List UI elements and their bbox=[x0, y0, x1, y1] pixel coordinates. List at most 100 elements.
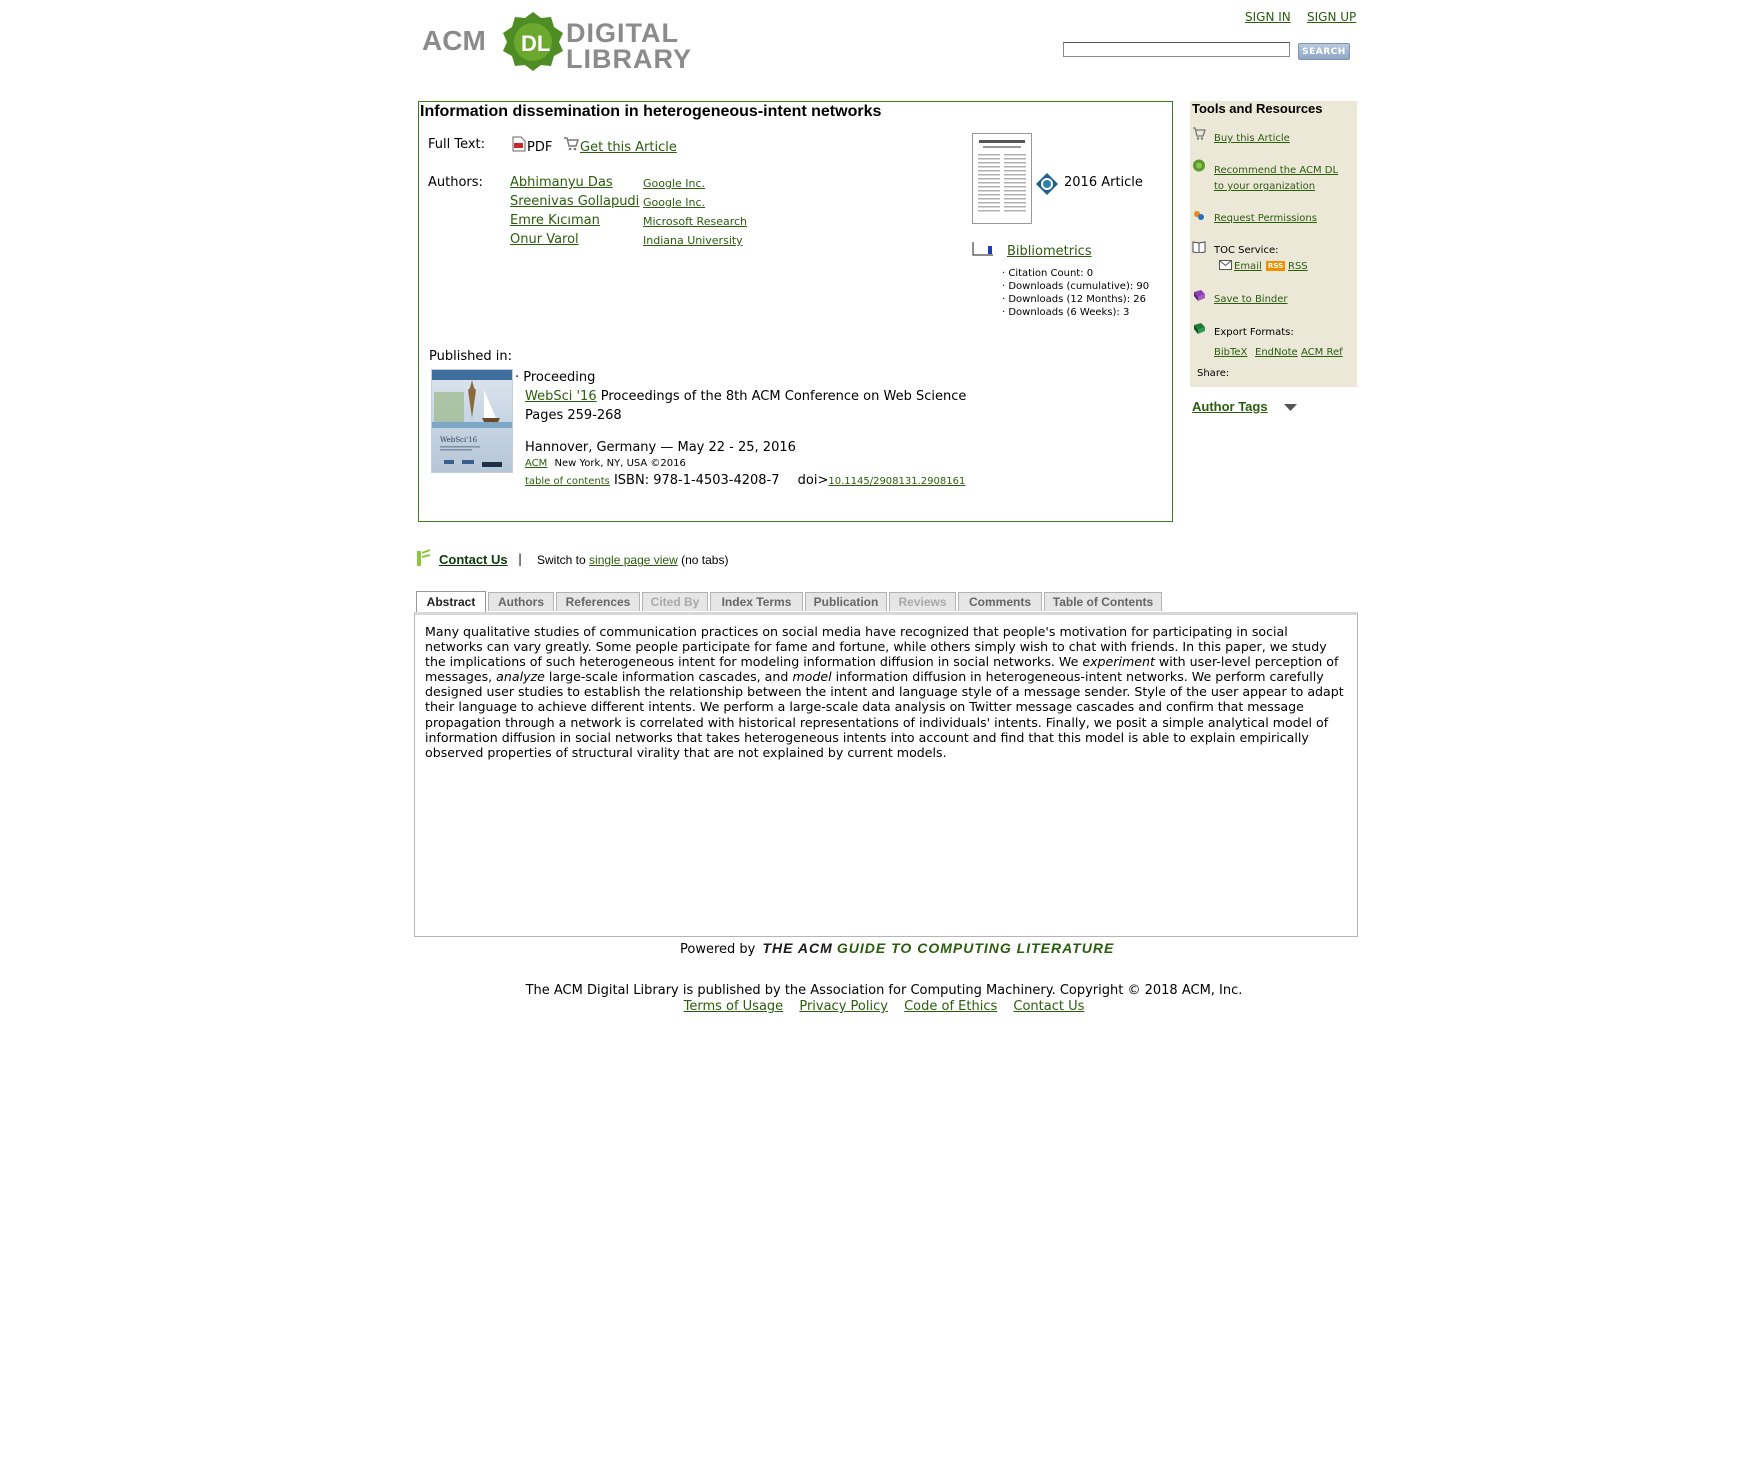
guide-name[interactable]: GUIDE TO COMPUTING LITERATURE bbox=[837, 940, 1114, 956]
pdf-link[interactable]: PDF bbox=[527, 140, 552, 155]
get-article-link[interactable]: Get this Article bbox=[580, 140, 677, 155]
table-of-contents-link[interactable]: table of contents bbox=[525, 476, 610, 487]
cover-title-text: WebSci'16 bbox=[440, 436, 478, 444]
paper-page-preview bbox=[978, 140, 1026, 212]
author-affiliation[interactable]: Indiana University bbox=[643, 234, 743, 247]
publisher-info: New York, NY, USA ©2016 bbox=[554, 458, 686, 469]
contact-separator: | bbox=[518, 552, 523, 566]
privacy-policy-link[interactable]: Privacy Policy bbox=[799, 999, 888, 1014]
conference-location: Hannover, Germany — May 22 - 25, 2016 bbox=[525, 440, 796, 455]
downloads-12-months: · Downloads (12 Months): 26 bbox=[1002, 294, 1146, 305]
copyright-notice: The ACM Digital Library is published by … bbox=[525, 983, 1243, 998]
proceeding-title: Proceedings of the 8th ACM Conference on… bbox=[600, 389, 967, 404]
isbn: ISBN: 978-1-4503-4208-7 bbox=[613, 473, 780, 488]
toc-service-label: TOC Service: bbox=[1214, 245, 1279, 256]
author-name[interactable]: Abhimanyu Das bbox=[510, 175, 613, 190]
tab-authors[interactable]: Authors bbox=[488, 592, 554, 611]
sidebar-heading: Tools and Resources bbox=[1192, 101, 1323, 116]
logo-library-text: LIBRARY bbox=[566, 44, 692, 72]
isbn-doi-line: table of contents ISBN: 978-1-4503-4208-… bbox=[525, 473, 965, 488]
cover-art: WebSci'16 bbox=[432, 370, 512, 467]
switch-suffix: (no tabs) bbox=[681, 553, 729, 567]
authors-label: Authors: bbox=[428, 175, 483, 190]
abstract-emphasis: analyze bbox=[496, 669, 545, 685]
tab-publication[interactable]: Publication bbox=[805, 592, 887, 611]
cart-icon bbox=[1193, 127, 1206, 140]
chevron-down-icon[interactable] bbox=[1284, 404, 1297, 411]
switch-prefix: Switch to bbox=[537, 553, 586, 567]
single-page-view-link[interactable]: single page view bbox=[589, 553, 678, 567]
proceeding-acronym-link[interactable]: WebSci '16 bbox=[525, 389, 597, 404]
proceeding-type-label: Proceeding bbox=[523, 370, 596, 385]
author-affiliation[interactable]: Google Inc. bbox=[643, 196, 705, 209]
author-affiliation[interactable]: Microsoft Research bbox=[643, 215, 747, 228]
tab-index-terms[interactable]: Index Terms bbox=[710, 592, 803, 611]
publisher-line: ACM New York, NY, USA ©2016 bbox=[525, 458, 686, 469]
search-input[interactable] bbox=[1063, 42, 1290, 57]
abstract-text-part: large-scale information cascades, and bbox=[544, 669, 793, 685]
export-acmref-link[interactable]: ACM Ref bbox=[1301, 347, 1343, 358]
tab-comments[interactable]: Comments bbox=[958, 592, 1042, 611]
recommend-dl-link[interactable]: Recommend the ACM DL bbox=[1214, 165, 1338, 176]
author-affiliation[interactable]: Google Inc. bbox=[643, 177, 705, 190]
tab-reviews[interactable]: Reviews bbox=[889, 592, 956, 611]
proceeding-pages: Pages 259-268 bbox=[525, 408, 622, 423]
abstract-text: Many qualitative studies of communicatio… bbox=[425, 624, 1347, 760]
proceedings-cover-image[interactable]: WebSci'16 bbox=[431, 369, 513, 473]
book-icon bbox=[1192, 241, 1206, 253]
email-icon bbox=[1219, 260, 1232, 270]
doi-prefix: doi> bbox=[797, 473, 829, 488]
tab-table-of-contents[interactable]: Table of Contents bbox=[1044, 592, 1162, 611]
full-text-label: Full Text: bbox=[428, 137, 486, 152]
tab-references[interactable]: References bbox=[556, 592, 640, 611]
bibliometrics-link[interactable]: Bibliometrics bbox=[1007, 244, 1092, 259]
buy-article-link[interactable]: Buy this Article bbox=[1214, 133, 1290, 144]
toc-rss-link[interactable]: RSS bbox=[1288, 261, 1308, 272]
guide-the-acm: THE ACM bbox=[762, 940, 833, 956]
author-tags-link[interactable]: Author Tags bbox=[1192, 399, 1268, 414]
footer-links: Terms of Usage Privacy Policy Code of Et… bbox=[0, 999, 1763, 1014]
export-endnote-link[interactable]: EndNote bbox=[1255, 347, 1298, 358]
request-permissions-link[interactable]: Request Permissions bbox=[1214, 213, 1317, 224]
logo-dl-text: DL bbox=[521, 31, 550, 56]
sign-in-link[interactable]: SIGN IN bbox=[1245, 10, 1291, 24]
contact-us-link[interactable]: Contact Us bbox=[439, 552, 508, 567]
sign-up-link[interactable]: SIGN UP bbox=[1307, 10, 1356, 24]
article-title: Information dissemination in heterogeneo… bbox=[420, 103, 882, 120]
proceeding-type: · Proceeding bbox=[515, 370, 596, 385]
share-label: Share: bbox=[1197, 368, 1230, 379]
logo-graphic: ACM DL DIGITAL LIBRARY bbox=[422, 12, 692, 74]
permissions-icon bbox=[1194, 211, 1204, 220]
export-icon bbox=[1194, 323, 1205, 334]
tab-cited-by[interactable]: Cited By bbox=[642, 592, 708, 611]
tab-abstract[interactable]: Abstract bbox=[416, 591, 486, 612]
logo-acm-text: ACM bbox=[422, 25, 486, 56]
author-name[interactable]: Sreenivas Gollapudi bbox=[510, 194, 639, 209]
powered-by: Powered by THE ACM GUIDE TO COMPUTING LI… bbox=[680, 940, 1114, 957]
binder-icon bbox=[1194, 290, 1205, 301]
terms-of-usage-link[interactable]: Terms of Usage bbox=[684, 999, 784, 1014]
toc-email-link[interactable]: Email bbox=[1234, 261, 1262, 272]
paper-thumbnail[interactable] bbox=[972, 133, 1032, 224]
powered-by-label: Powered by bbox=[680, 942, 756, 957]
search-button[interactable]: SEARCH bbox=[1298, 43, 1350, 60]
bibliometrics-chart-icon bbox=[972, 242, 993, 256]
footer-contact-us-link[interactable]: Contact Us bbox=[1013, 999, 1084, 1014]
author-name[interactable]: Emre Kıcıman bbox=[510, 213, 600, 228]
downloads-cumulative: · Downloads (cumulative): 90 bbox=[1002, 281, 1150, 292]
cart-icon[interactable] bbox=[563, 136, 579, 151]
pdf-icon[interactable] bbox=[512, 136, 526, 152]
citation-count: · Citation Count: 0 bbox=[1002, 268, 1094, 279]
rss-icon: RSS bbox=[1266, 261, 1286, 271]
publisher-link[interactable]: ACM bbox=[525, 458, 547, 469]
export-bibtex-link[interactable]: BibTeX bbox=[1214, 347, 1247, 358]
author-name[interactable]: Onur Varol bbox=[510, 232, 579, 247]
acm-dl-logo[interactable]: ACM DL DIGITAL LIBRARY bbox=[420, 8, 695, 74]
doi-link[interactable]: 10.1145/2908131.2908161 bbox=[828, 476, 965, 487]
proceeding-title-line: WebSci '16 Proceedings of the 8th ACM Co… bbox=[525, 389, 966, 404]
save-to-binder-link[interactable]: Save to Binder bbox=[1214, 294, 1288, 305]
abstract-emphasis: model bbox=[792, 669, 832, 685]
downloads-6-weeks: · Downloads (6 Weeks): 3 bbox=[1002, 307, 1130, 318]
recommend-dl-link-line2[interactable]: to your organization bbox=[1214, 181, 1315, 192]
code-of-ethics-link[interactable]: Code of Ethics bbox=[904, 999, 997, 1014]
